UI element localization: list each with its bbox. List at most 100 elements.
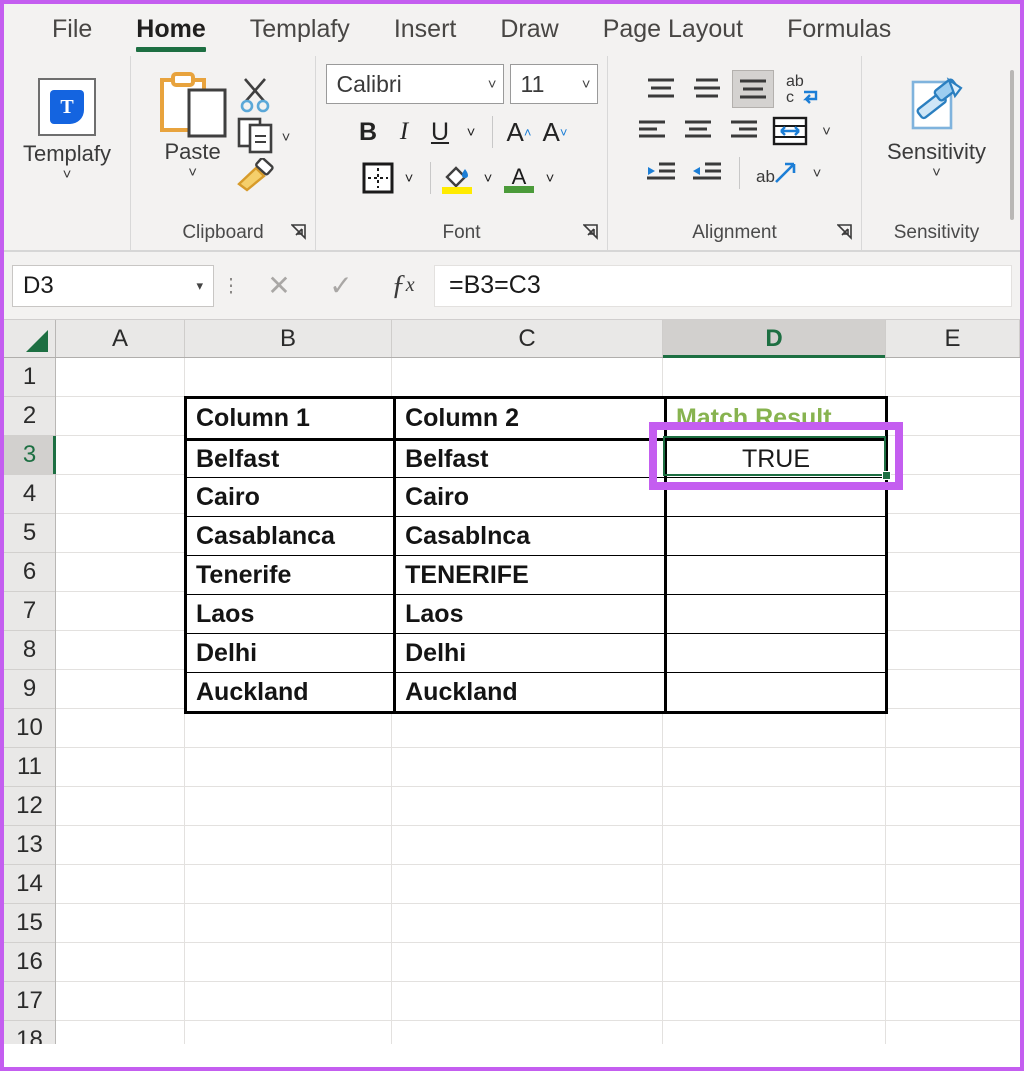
row-header-10[interactable]: 10 bbox=[4, 709, 55, 748]
cell-C7[interactable]: Laos bbox=[396, 595, 667, 633]
column-header-C[interactable]: C bbox=[392, 320, 663, 357]
chevron-down-icon[interactable]: ˅ bbox=[459, 114, 483, 150]
copy-button[interactable]: ˅ bbox=[236, 116, 291, 156]
row-header-2[interactable]: 2 bbox=[4, 397, 55, 436]
increase-indent-button[interactable] bbox=[686, 154, 728, 192]
cell-D4[interactable] bbox=[667, 478, 885, 516]
font-name-combo[interactable]: Calibri ˅ bbox=[325, 64, 504, 104]
ribbon-scrollbar[interactable] bbox=[1010, 70, 1014, 220]
align-middle-button[interactable] bbox=[686, 70, 728, 108]
cell-D3[interactable]: TRUE bbox=[667, 441, 885, 477]
chevron-down-icon[interactable]: ˅ bbox=[805, 154, 829, 192]
cell-D5[interactable] bbox=[667, 517, 885, 555]
chevron-down-icon[interactable]: ˅ bbox=[932, 165, 941, 180]
cell-D6[interactable] bbox=[667, 556, 885, 594]
enter-button[interactable]: ✓ bbox=[310, 264, 372, 308]
cell-B7[interactable]: Laos bbox=[187, 595, 397, 633]
italic-button[interactable]: I bbox=[387, 114, 421, 150]
cell-C9[interactable]: Auckland bbox=[396, 673, 667, 711]
tab-draw[interactable]: Draw bbox=[478, 17, 580, 56]
paste-button[interactable]: Paste ˅ bbox=[156, 72, 230, 180]
formula-bar-drag-handle[interactable]: ⋮ bbox=[214, 277, 248, 296]
row-header-8[interactable]: 8 bbox=[4, 631, 55, 670]
cell-C4[interactable]: Cairo bbox=[396, 478, 667, 516]
bold-button[interactable]: B bbox=[351, 114, 385, 150]
table-row[interactable]: Delhi Delhi bbox=[187, 633, 885, 672]
chevron-down-icon[interactable]: ˅ bbox=[397, 160, 421, 196]
table-row[interactable]: Auckland Auckland bbox=[187, 672, 885, 711]
row-header-18[interactable]: 18 bbox=[4, 1021, 55, 1044]
cell-B8[interactable]: Delhi bbox=[187, 634, 397, 672]
row-header-17[interactable]: 17 bbox=[4, 982, 55, 1021]
row-header-12[interactable]: 12 bbox=[4, 787, 55, 826]
clipboard-dialog-launcher-icon[interactable] bbox=[291, 224, 307, 240]
align-right-button[interactable] bbox=[723, 112, 765, 150]
chevron-down-icon[interactable]: ˅ bbox=[63, 167, 72, 182]
column-header-B[interactable]: B bbox=[185, 320, 392, 357]
table-row[interactable]: Belfast Belfast TRUE bbox=[187, 438, 885, 477]
fill-handle[interactable] bbox=[882, 471, 891, 480]
formula-input[interactable]: =B3=C3 bbox=[434, 264, 1012, 307]
fill-color-button[interactable] bbox=[440, 160, 474, 196]
borders-button[interactable] bbox=[361, 160, 395, 196]
cut-button[interactable] bbox=[236, 76, 291, 114]
row-header-4[interactable]: 4 bbox=[4, 475, 55, 514]
chevron-down-icon[interactable]: ˅ bbox=[538, 160, 562, 196]
row-header-6[interactable]: 6 bbox=[4, 553, 55, 592]
column-header-A[interactable]: A bbox=[56, 320, 185, 357]
text-orientation-button[interactable]: ab bbox=[751, 154, 801, 192]
cell-D8[interactable] bbox=[667, 634, 885, 672]
cell-D7[interactable] bbox=[667, 595, 885, 633]
font-size-combo[interactable]: 11 ˅ bbox=[509, 64, 598, 104]
wrap-text-button[interactable]: ab c bbox=[778, 70, 830, 108]
column-header-E[interactable]: E bbox=[886, 320, 1020, 357]
row-header-7[interactable]: 7 bbox=[4, 592, 55, 631]
cell-C3[interactable]: Belfast bbox=[396, 441, 667, 477]
insert-function-button[interactable]: ƒx bbox=[372, 264, 434, 308]
cell-B3[interactable]: Belfast bbox=[187, 441, 397, 477]
row-header-16[interactable]: 16 bbox=[4, 943, 55, 982]
align-center-button[interactable] bbox=[677, 112, 719, 150]
merge-and-center-button[interactable] bbox=[769, 112, 811, 150]
row-header-1[interactable]: 1 bbox=[4, 358, 55, 397]
font-color-button[interactable]: A bbox=[502, 160, 536, 196]
tab-formulas[interactable]: Formulas bbox=[765, 17, 913, 56]
row-header-9[interactable]: 9 bbox=[4, 670, 55, 709]
chevron-down-icon[interactable]: ˅ bbox=[815, 112, 839, 150]
cell-B5[interactable]: Casablanca bbox=[187, 517, 397, 555]
align-bottom-button[interactable] bbox=[731, 70, 774, 108]
column-header-D[interactable]: D bbox=[663, 320, 886, 358]
tab-insert[interactable]: Insert bbox=[372, 17, 479, 56]
cell-C6[interactable]: TENERIFE bbox=[396, 556, 667, 594]
sensitivity-button[interactable]: Sensitivity ˅ bbox=[881, 72, 992, 184]
tab-templafy[interactable]: Templafy bbox=[228, 17, 372, 56]
cancel-button[interactable]: ✕ bbox=[248, 264, 310, 308]
chevron-down-icon[interactable]: ˅ bbox=[476, 160, 500, 196]
cell-C8[interactable]: Delhi bbox=[396, 634, 667, 672]
cell-B9[interactable]: Auckland bbox=[187, 673, 397, 711]
row-header-11[interactable]: 11 bbox=[4, 748, 55, 787]
font-dialog-launcher-icon[interactable] bbox=[583, 224, 599, 240]
row-header-5[interactable]: 5 bbox=[4, 514, 55, 553]
row-header-13[interactable]: 13 bbox=[4, 826, 55, 865]
table-row[interactable]: Casablanca Casablnca bbox=[187, 516, 885, 555]
align-left-button[interactable] bbox=[631, 112, 673, 150]
chevron-down-icon[interactable]: ˅ bbox=[188, 165, 197, 180]
templafy-button[interactable]: T Templafy ˅ bbox=[17, 74, 117, 186]
name-box[interactable]: D3 ▾ bbox=[12, 264, 214, 307]
cell-D9[interactable] bbox=[667, 673, 885, 711]
chevron-down-icon[interactable]: ˅ bbox=[282, 130, 291, 145]
cell-C5[interactable]: Casablnca bbox=[396, 517, 667, 555]
decrease-indent-button[interactable] bbox=[640, 154, 682, 192]
align-top-button[interactable] bbox=[640, 70, 682, 108]
select-all-button[interactable] bbox=[4, 320, 56, 357]
tab-home[interactable]: Home bbox=[114, 17, 227, 56]
increase-font-size-button[interactable]: A ˄ bbox=[502, 114, 536, 150]
row-header-3[interactable]: 3 bbox=[4, 436, 56, 475]
table-row[interactable]: Cairo Cairo bbox=[187, 477, 885, 516]
cell-B6[interactable]: Tenerife bbox=[187, 556, 397, 594]
alignment-dialog-launcher-icon[interactable] bbox=[837, 224, 853, 240]
row-header-15[interactable]: 15 bbox=[4, 904, 55, 943]
tab-page-layout[interactable]: Page Layout bbox=[581, 17, 765, 56]
decrease-font-size-button[interactable]: A ˅ bbox=[538, 114, 572, 150]
